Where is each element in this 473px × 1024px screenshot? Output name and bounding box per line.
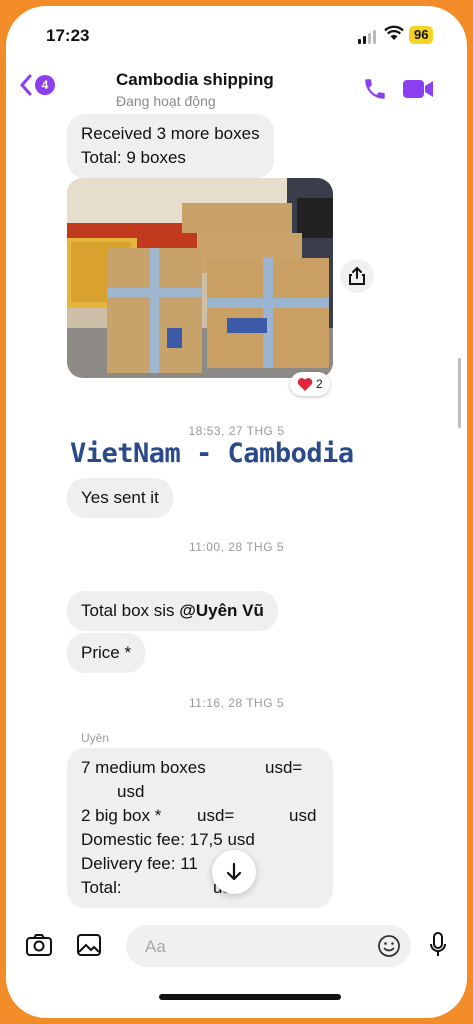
price-line: Domestic fee: 17,5 usd <box>81 830 255 849</box>
scroll-to-bottom-button[interactable] <box>212 850 256 894</box>
price-line: 7 medium boxes <box>81 758 206 777</box>
reaction-count: 2 <box>316 377 323 391</box>
sender-name: Uyên <box>81 731 110 745</box>
active-status: Đang hoạt động <box>116 93 216 109</box>
emoji-icon[interactable] <box>377 934 401 958</box>
message-line: Total: 9 boxes <box>81 148 186 167</box>
price-line: Total: <box>81 878 122 897</box>
chat-header: 4 Cambodia shipping Đang hoạt động <box>6 64 467 114</box>
price-line: usd= <box>265 758 303 777</box>
reaction-pill[interactable]: 2 <box>290 372 330 396</box>
message-bubble-sent-by-other[interactable]: Total box sis @Uyên Vũ <box>67 591 278 631</box>
image-icon[interactable] <box>76 933 102 957</box>
overlay-caption: VietNam - Cambodia <box>70 438 354 469</box>
scrollbar[interactable] <box>458 358 461 428</box>
message-line: Received 3 more boxes <box>81 124 260 143</box>
timestamp: 11:16, 28 THG 5 <box>188 696 285 710</box>
price-line: usd= <box>197 806 235 825</box>
message-input[interactable]: Aa <box>126 925 411 967</box>
price-line: Delivery fee: 11 <box>81 854 198 873</box>
share-icon <box>349 266 365 285</box>
back-chevron-icon <box>20 74 32 96</box>
back-button[interactable]: 4 <box>19 74 55 96</box>
price-line: 2 big box * <box>81 806 162 825</box>
phone-screen: 17:23 96 4 Cambodia shipping Đang hoạt đ… <box>6 6 467 1018</box>
message-bubble-received[interactable]: Received 3 more boxes Total: 9 boxes <box>67 114 274 178</box>
status-time: 17:23 <box>46 26 90 45</box>
message-photo-boxes[interactable] <box>67 178 333 378</box>
signal-icon <box>358 30 376 44</box>
battery-indicator: 96 <box>409 26 434 44</box>
mention[interactable]: @Uyên Vũ <box>179 601 264 620</box>
input-placeholder: Aa <box>145 937 166 956</box>
price-line: usd <box>117 782 145 801</box>
message-composer: Aa <box>6 911 467 981</box>
message-bubble-received[interactable]: Yes sent it <box>67 478 173 518</box>
message-text: Total box sis <box>81 601 180 620</box>
unread-badge: 4 <box>35 75 55 95</box>
boxes-photo-illustration <box>67 178 333 378</box>
microphone-icon[interactable] <box>429 931 447 959</box>
share-button[interactable] <box>340 259 374 293</box>
message-text: Price * <box>81 643 132 662</box>
phone-icon[interactable] <box>362 76 388 102</box>
arrow-down-icon <box>226 862 242 881</box>
message-bubble-received[interactable]: Price * <box>67 633 146 673</box>
price-line: usd <box>289 806 317 825</box>
chat-title[interactable]: Cambodia shipping <box>116 70 274 90</box>
wifi-icon <box>384 25 404 40</box>
status-bar: 17:23 96 <box>6 6 467 64</box>
camera-icon[interactable] <box>25 933 53 957</box>
message-bubble-price-list[interactable]: 7 medium boxes usd= usd 2 big box * usd=… <box>67 748 333 908</box>
home-indicator <box>159 994 341 1000</box>
heart-icon <box>297 377 313 391</box>
video-camera-icon[interactable] <box>402 78 434 100</box>
message-text: Yes sent it <box>81 488 159 507</box>
timestamp: 11:00, 28 THG 5 <box>188 540 285 554</box>
timestamp: 18:53, 27 THG 5 <box>188 424 285 438</box>
